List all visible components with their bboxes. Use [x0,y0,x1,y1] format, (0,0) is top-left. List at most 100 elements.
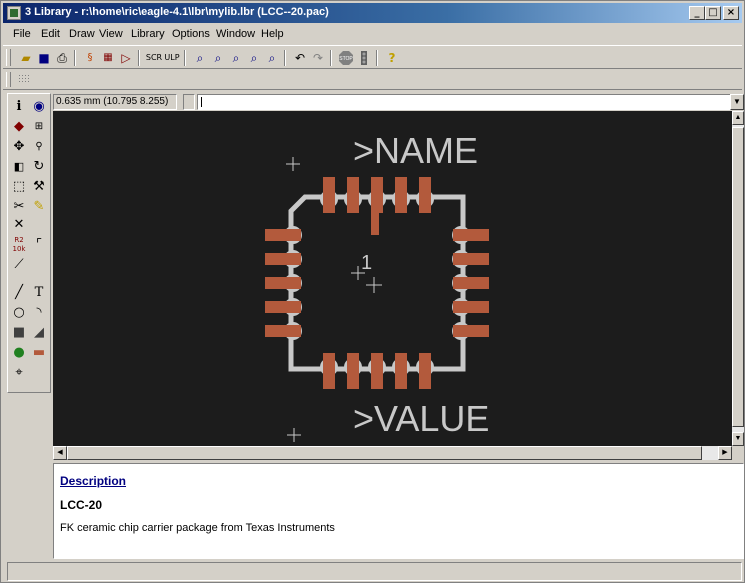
wire-icon[interactable]: ╱ [10,284,28,302]
horizontal-scrollbar[interactable]: ◀ ▶ [53,446,732,460]
scroll-thumb[interactable] [67,446,702,460]
open-icon[interactable]: ▰ [17,49,35,67]
smd-pad[interactable] [371,197,379,235]
smd-pad[interactable] [371,353,383,389]
zoom-out-icon[interactable]: ⌕ [227,49,245,67]
maximize-icon[interactable]: □ [705,6,721,20]
stop-icon[interactable]: STOP [337,49,355,67]
smd-pad[interactable] [453,325,489,337]
command-input[interactable] [197,94,732,110]
smd-pad[interactable] [265,301,301,313]
mark-icon[interactable]: ⊞ [30,118,48,136]
svg-text:STOP: STOP [339,56,353,62]
smd-pad[interactable] [323,177,335,213]
menu-draw[interactable]: Draw [69,28,95,40]
value-icon[interactable]: ⌜ [30,236,48,254]
smd-pad[interactable] [265,325,301,337]
scroll-left-icon[interactable]: ◀ [53,446,67,460]
command-history-dropdown[interactable]: ▼ [730,94,744,110]
show-icon[interactable]: ◉ [30,98,48,116]
save-icon[interactable]: ■ [35,49,53,67]
menu-file[interactable]: File [13,28,31,40]
smd-pad[interactable] [419,177,431,213]
go-icon[interactable] [355,49,373,67]
scroll-down-icon[interactable]: ▼ [732,432,744,446]
scroll-thumb[interactable] [732,127,744,427]
move-icon[interactable]: ✥ [10,138,28,156]
circle-icon[interactable]: ○ [10,304,28,322]
description-heading-link[interactable]: Description [60,474,126,488]
zoom-fit-icon[interactable]: ⌕ [191,49,209,67]
menu-view[interactable]: View [99,28,123,40]
scroll-right-icon[interactable]: ▶ [718,446,732,460]
delete-icon[interactable]: ✕ [10,216,28,234]
drawing-canvas[interactable]: >NAME >VALUE 1 [53,111,732,446]
zoom-select-icon[interactable]: ⌕ [263,49,281,67]
text-icon[interactable]: T [30,284,48,302]
menu-library[interactable]: Library [131,28,165,40]
close-icon[interactable]: × [723,6,739,20]
smd-pad[interactable] [395,177,407,213]
zoom-redraw-icon[interactable]: ⌕ [245,49,263,67]
toolbar-separator [284,50,286,66]
smd-icon[interactable]: ▬ [30,344,48,362]
grid-icon[interactable] [15,70,35,88]
smd-pad[interactable] [395,353,407,389]
name-icon[interactable]: R2 10k [10,236,28,254]
smd-pad[interactable] [453,253,489,265]
polygon-icon[interactable]: ◢ [30,324,48,342]
smd-pad[interactable] [265,229,301,241]
smd-pad[interactable] [347,353,359,389]
schematic-icon[interactable]: ▦ [99,49,117,67]
help-icon[interactable]: ? [383,49,401,67]
smd-pad[interactable] [265,253,301,265]
smd-pad[interactable] [323,353,335,389]
paste-icon[interactable]: ✎ [30,198,48,216]
copy-icon[interactable]: ⚲ [30,138,48,156]
toolbar-separator [330,50,332,66]
smd-pad[interactable] [419,353,431,389]
smd-pad[interactable] [453,301,489,313]
toolbar-separator [138,50,140,66]
board-icon[interactable]: ▷ [117,49,135,67]
menu-window[interactable]: Window [216,28,255,40]
name-label: >NAME [353,130,478,171]
mirror-icon[interactable]: ◧ [10,158,28,176]
display-icon[interactable]: ◆ [10,118,28,136]
redo-icon[interactable]: ↷ [309,49,327,67]
script-icon[interactable]: SCR [145,49,163,67]
ulp-icon[interactable]: ULP [163,49,181,67]
zoom-in-icon[interactable]: ⌕ [209,49,227,67]
main-toolbar: ▰ ■ ⎙ § ▦ ▷ SCR ULP ⌕ ⌕ ⌕ ⌕ ⌕ ↶ ↷ STOP ? [3,45,742,69]
toolbar-grip[interactable] [6,72,11,87]
smd-pad[interactable] [453,229,489,241]
rotate-icon[interactable]: ↻ [30,158,48,176]
menu-options[interactable]: Options [172,28,210,40]
vertical-scrollbar[interactable]: ▲ ▼ [732,111,744,446]
app-icon[interactable] [7,6,21,20]
info-icon[interactable]: i [10,98,28,116]
pad-icon[interactable]: ● [10,344,28,362]
toolbar-separator [184,50,186,66]
menu-help[interactable]: Help [261,28,284,40]
undo-icon[interactable]: ↶ [291,49,309,67]
cut-icon[interactable]: ✂ [10,198,28,216]
rect-icon[interactable]: ■ [10,324,28,342]
hole-icon[interactable]: ⌖ [10,364,28,382]
smd-pad[interactable] [453,277,489,289]
cam-icon[interactable]: § [81,49,99,67]
group-icon[interactable]: ⬚ [10,178,28,196]
toolbar-grip[interactable] [6,49,11,66]
scroll-up-icon[interactable]: ▲ [732,111,744,125]
menu-bar: File Edit Draw View Library Options Wind… [3,25,742,43]
smd-pad[interactable] [347,177,359,213]
menu-edit[interactable]: Edit [41,28,60,40]
title-bar[interactable]: 3 Library - r:\home\ric\eagle-4.1\lbr\my… [3,3,742,23]
minimize-icon[interactable]: _ [689,6,705,20]
smash-icon[interactable]: ⟋ [10,256,28,274]
change-icon[interactable]: ⚒ [30,178,48,196]
coordinate-display: 0.635 mm (10.795 8.255) [53,94,177,110]
arc-icon[interactable]: ◝ [30,304,48,322]
print-icon[interactable]: ⎙ [53,49,71,67]
smd-pad[interactable] [265,277,301,289]
